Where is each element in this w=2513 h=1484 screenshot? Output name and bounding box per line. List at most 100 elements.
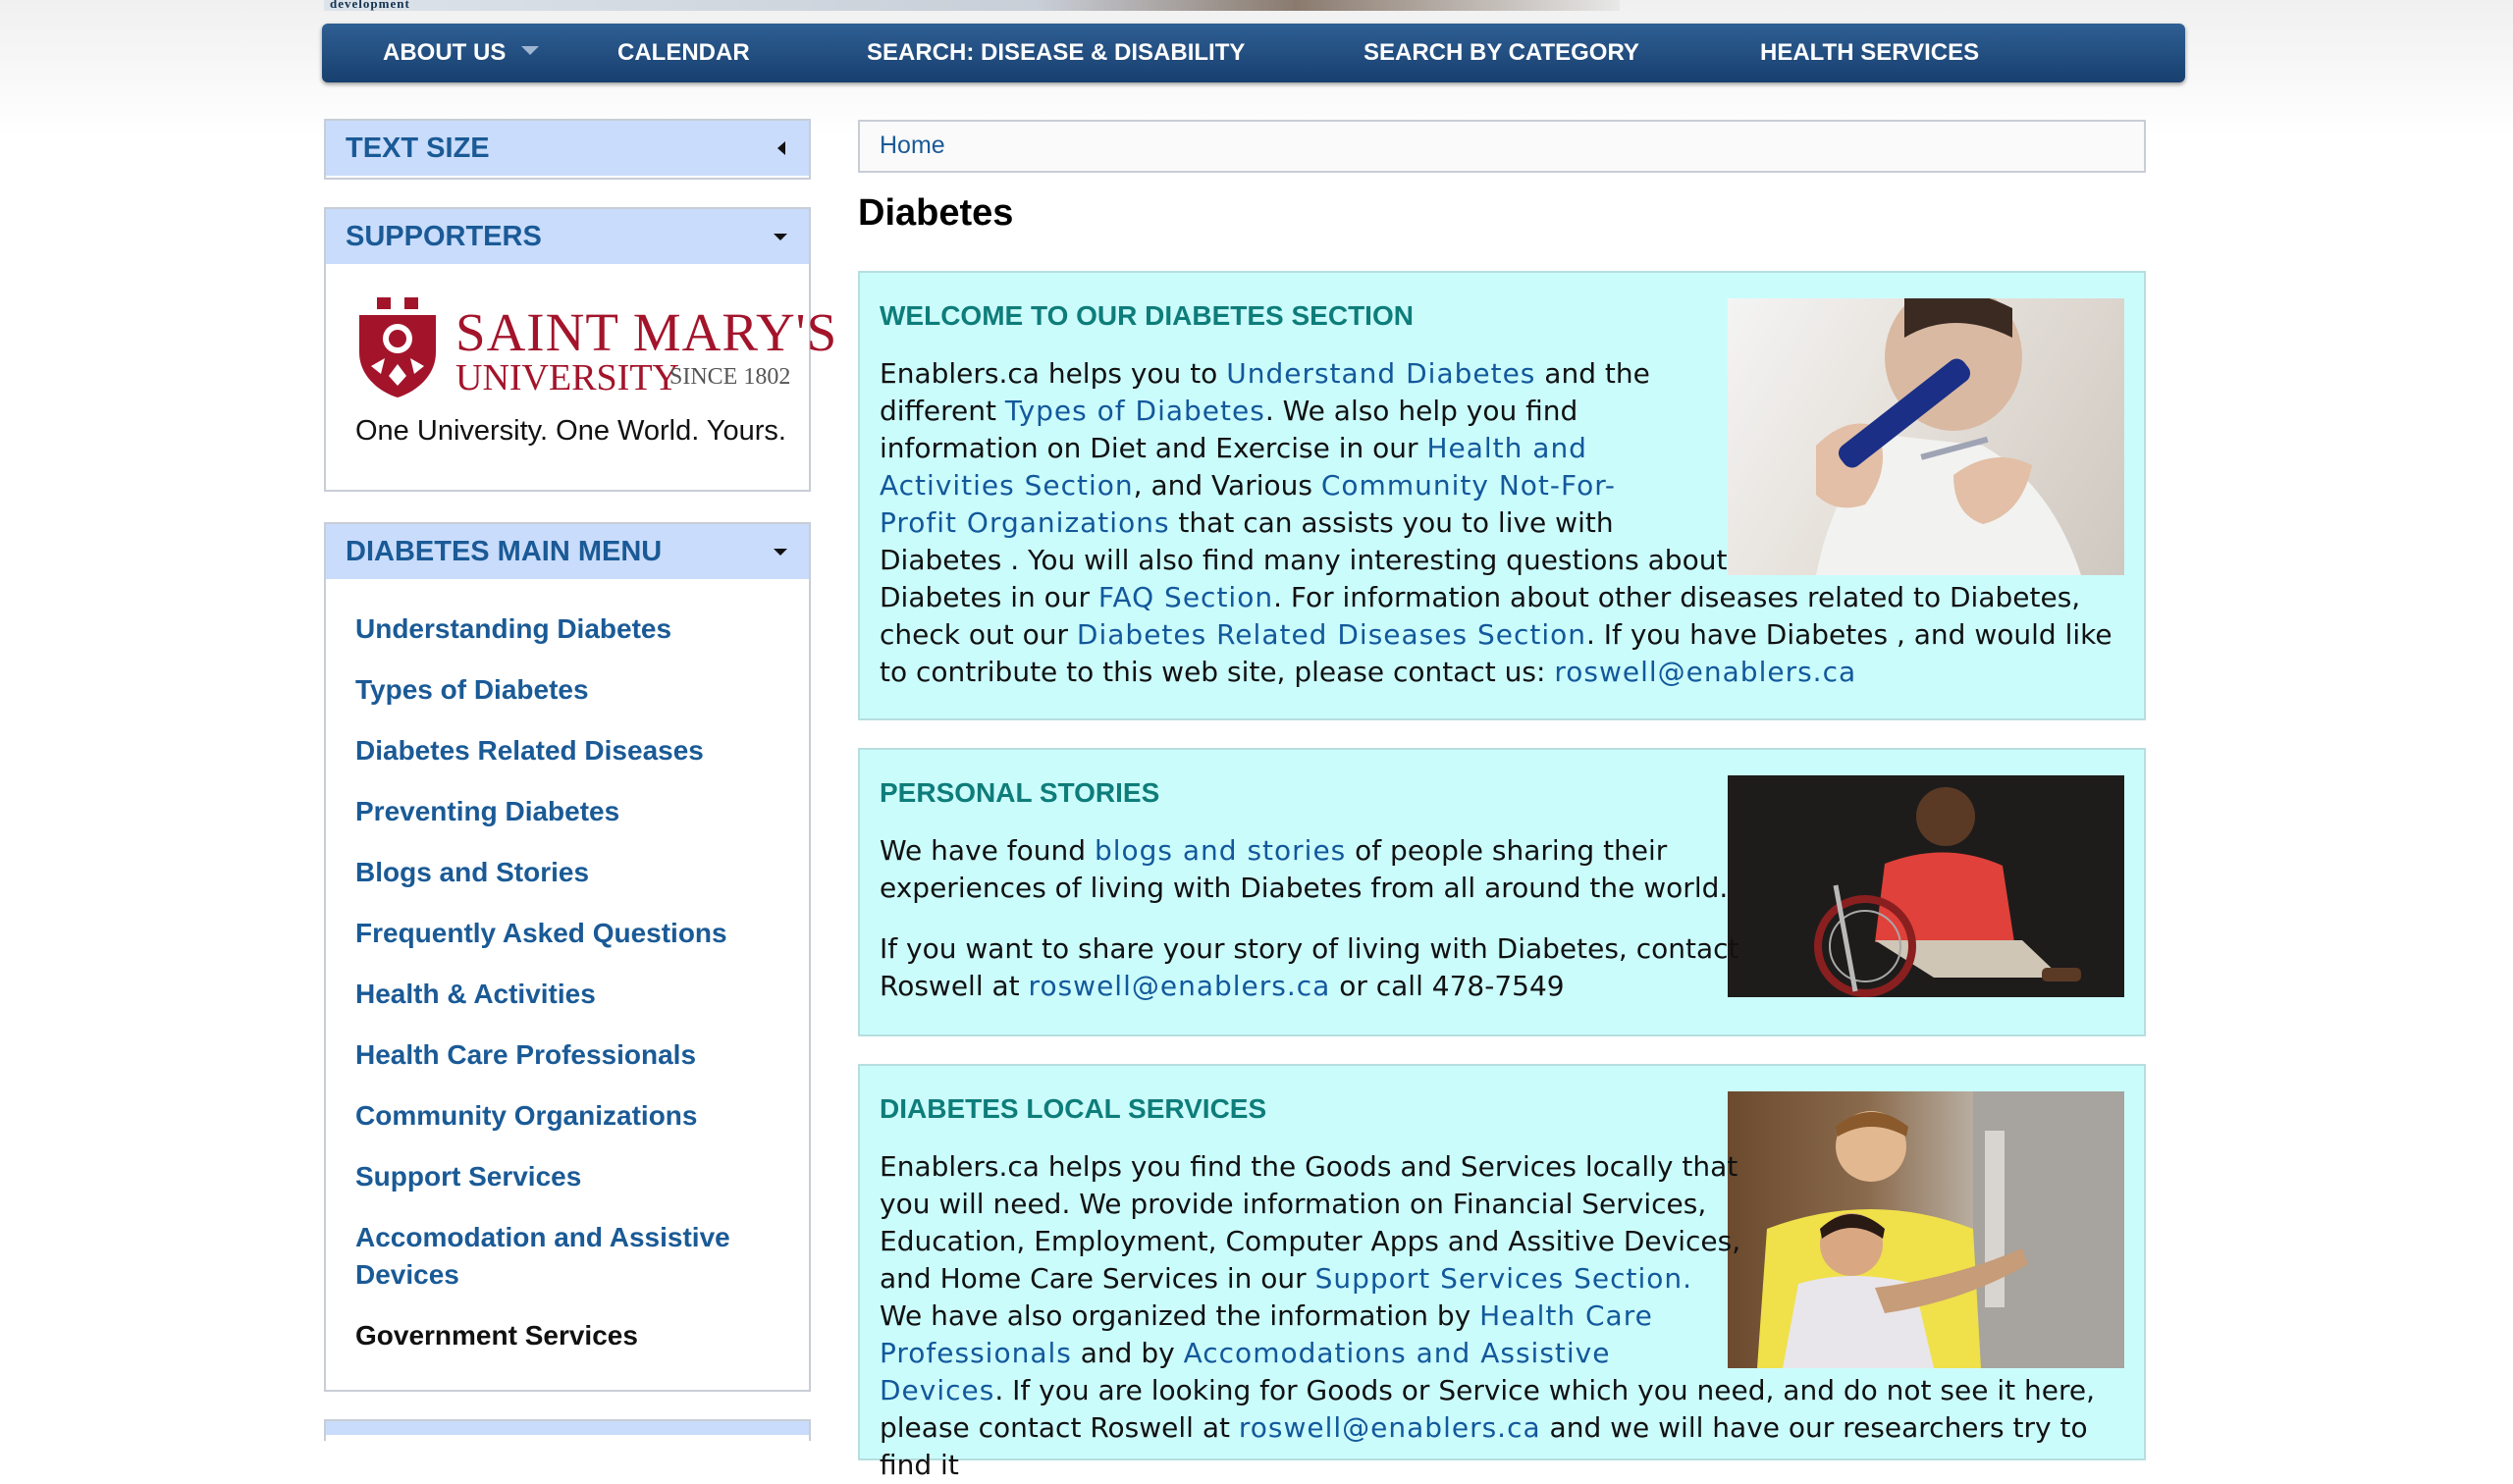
menu-community-organizations[interactable]: Community Organizations (355, 1097, 697, 1135)
menu-preventing-diabetes[interactable]: Preventing Diabetes (355, 793, 619, 830)
chevron-down-icon (521, 46, 540, 56)
welcome-text: that can assists you to live with (1169, 506, 1614, 539)
local-text: and Home Care Services in our (880, 1262, 1315, 1295)
nav-search-disease-disability[interactable]: SEARCH: DISEASE & DISABILITY (867, 24, 1245, 82)
photo-man-in-wheelchair (1728, 775, 2124, 997)
menu-health-activities[interactable]: Health & Activities (355, 976, 596, 1013)
wheelchair-illustration (1728, 775, 2124, 997)
menu-diabetes-related-diseases[interactable]: Diabetes Related Diseases (355, 732, 704, 769)
welcome-text: . For information about other diseases r… (1273, 581, 2081, 613)
welcome-section: WELCOME TO OUR DIABETES SECTION Enablers… (858, 271, 2146, 720)
expand-down-icon (774, 234, 787, 240)
menu-types-of-diabetes[interactable]: Types of Diabetes (355, 671, 589, 709)
site-banner-fragment: development (324, 0, 1620, 11)
stories-text: We have found (880, 834, 1095, 867)
welcome-text: . We also help you find (1264, 395, 1578, 427)
main-nav: ABOUT US CALENDAR SEARCH: DISEASE & DISA… (322, 24, 2185, 82)
supporters-title: SUPPORTERS (346, 221, 542, 252)
welcome-text: information on Diet and Exercise in our (880, 432, 1427, 464)
text-size-title: TEXT SIZE (346, 132, 490, 164)
welcome-text: and the (1535, 357, 1650, 390)
local-text: . If you are looking for Goods or Servic… (994, 1374, 2096, 1406)
link-email-roswell[interactable]: roswell@enablers.ca (1029, 970, 1331, 1002)
breadcrumb: Home (858, 120, 2146, 173)
link-support-services-section[interactable]: Support Services Section. (1315, 1262, 1693, 1295)
university-name-line1: SAINT MARY'S (455, 302, 838, 362)
local-text: please contact Roswell at (880, 1411, 1239, 1444)
supporters-header[interactable]: SUPPORTERS (326, 209, 809, 264)
supporters-panel: SUPPORTERS SAINT MARY'S UNIVERSITY SINCE… (324, 207, 836, 492)
menu-government-services[interactable]: Government Services (355, 1317, 638, 1354)
welcome-text: . If you have Diabetes , and would like (1586, 618, 2112, 651)
local-text: you will need. We provide information on… (880, 1188, 1707, 1220)
stories-text: or call 478-7549 (1330, 970, 1565, 1002)
stories-body-p2: If you want to share your story of livin… (880, 930, 1739, 1005)
page-title: Diabetes (858, 192, 1014, 234)
stories-text: Roswell at (880, 970, 1029, 1002)
link-health-care-professionals[interactable]: Professionals (880, 1337, 1072, 1369)
nav-health-services[interactable]: HEALTH SERVICES (1760, 24, 1979, 82)
diabetes-main-menu: DIABETES MAIN MENU Understanding Diabete… (324, 522, 811, 1392)
text-size-header[interactable]: TEXT SIZE (326, 121, 809, 176)
text-size-panel: TEXT SIZE (324, 119, 811, 180)
local-services-body: Enablers.ca helps you find the Goods and… (880, 1148, 2144, 1484)
nav-about-us[interactable]: ABOUT US (383, 24, 540, 82)
welcome-title: WELCOME TO OUR DIABETES SECTION (880, 300, 1414, 331)
diabetes-menu-title: DIABETES MAIN MENU (346, 536, 663, 567)
local-text: Education, Employment, Computer Apps and… (880, 1225, 1741, 1257)
nav-search-by-category[interactable]: SEARCH BY CATEGORY (1363, 24, 1639, 82)
link-health-and-activities[interactable]: Activities Section (880, 469, 1134, 502)
link-understand-diabetes[interactable]: Understand Diabetes (1226, 357, 1535, 390)
link-related-diseases-section[interactable]: Diabetes Related Diseases Section (1077, 618, 1586, 651)
link-blogs-and-stories[interactable]: blogs and stories (1095, 834, 1346, 867)
university-tagline: One University. One World. Yours. (355, 415, 786, 447)
stories-text: experiences of living with Diabetes from… (880, 872, 1729, 904)
nav-about-us-label: ABOUT US (383, 39, 507, 66)
link-community-nonprofit[interactable]: Community Not-For- (1321, 469, 1616, 502)
menu-understanding-diabetes[interactable]: Understanding Diabetes (355, 610, 671, 648)
welcome-text: Diabetes in our (880, 581, 1098, 613)
link-faq-section[interactable]: FAQ Section (1098, 581, 1273, 613)
breadcrumb-home[interactable]: Home (880, 132, 945, 160)
stories-text: of people sharing their (1346, 834, 1668, 867)
link-types-of-diabetes[interactable]: Types of Diabetes (1005, 395, 1265, 427)
menu-support-services[interactable]: Support Services (355, 1158, 581, 1195)
menu-accomodation-assistive-devices-line2[interactable]: Devices (355, 1256, 459, 1294)
welcome-text: , and Various (1133, 469, 1321, 502)
banner-text: development (330, 0, 410, 11)
link-health-care-professionals[interactable]: Health Care (1479, 1299, 1653, 1332)
welcome-text: to contribute to this web site, please c… (880, 656, 1555, 688)
expand-down-icon (774, 549, 787, 556)
nav-calendar[interactable]: CALENDAR (617, 24, 750, 82)
local-services-title: DIABETES LOCAL SERVICES (880, 1093, 1267, 1124)
welcome-body: Enablers.ca helps you to Understand Diab… (880, 355, 2112, 691)
welcome-text: Diabetes . You will also find many inter… (880, 544, 1728, 576)
menu-blogs-and-stories[interactable]: Blogs and Stories (355, 854, 589, 891)
university-crest-icon (359, 297, 436, 398)
stories-text: If you want to share your story of livin… (880, 932, 1739, 965)
menu-faq[interactable]: Frequently Asked Questions (355, 915, 727, 952)
university-name-line2: UNIVERSITY (455, 357, 679, 398)
stories-title: PERSONAL STORIES (880, 777, 1160, 808)
local-text: Enablers.ca helps you find the Goods and… (880, 1150, 1738, 1183)
local-text: and by (1071, 1337, 1184, 1369)
welcome-text: Enablers.ca helps you to (880, 357, 1227, 390)
personal-stories-section: PERSONAL STORIES We have found blogs and… (858, 748, 2146, 1036)
link-community-nonprofit[interactable]: Profit Organizations (880, 506, 1170, 539)
menu-accomodation-assistive-devices[interactable]: Accomodation and Assistive (355, 1219, 730, 1256)
local-text: We have also organized the information b… (880, 1299, 1480, 1332)
link-email-roswell[interactable]: roswell@enablers.ca (1554, 656, 1856, 688)
link-email-roswell[interactable]: roswell@enablers.ca (1239, 1411, 1541, 1444)
diabetes-menu-header[interactable]: DIABETES MAIN MENU (326, 524, 809, 579)
menu-health-care-professionals[interactable]: Health Care Professionals (355, 1036, 696, 1074)
next-sidebar-panel (324, 1419, 811, 1441)
welcome-text: check out our (880, 618, 1077, 651)
welcome-text: different (880, 395, 1005, 427)
university-since: SINCE 1802 (669, 364, 791, 390)
stories-body-p1: We have found blogs and stories of peopl… (880, 832, 1728, 907)
saint-marys-logo[interactable]: SAINT MARY'S UNIVERSITY SINCE 1802 One U… (326, 266, 836, 488)
link-health-and-activities[interactable]: Health and (1426, 432, 1587, 464)
collapse-left-icon (777, 141, 785, 155)
link-accomodations-assistive-devices[interactable]: Accomodations and Assistive (1184, 1337, 1611, 1369)
link-accomodations-assistive-devices[interactable]: Devices (880, 1374, 994, 1406)
